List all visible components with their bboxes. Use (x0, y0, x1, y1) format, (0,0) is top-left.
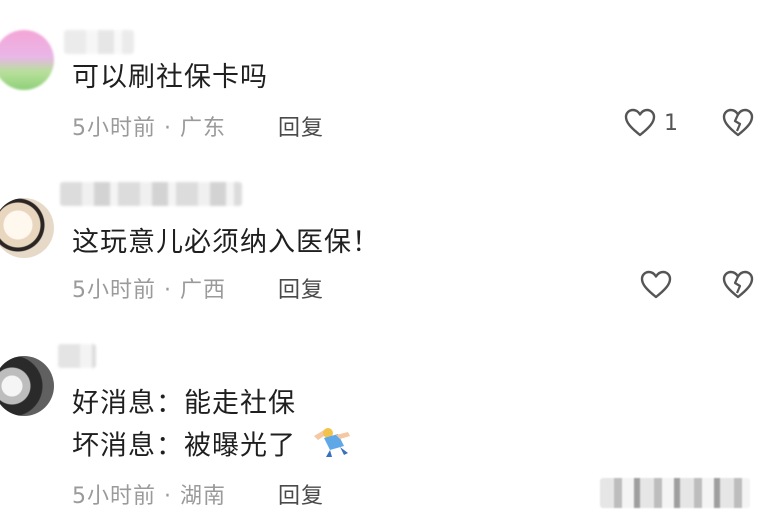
like-count: 1 (664, 110, 678, 136)
comment-text: 这玩意儿必须纳入医保！ (72, 227, 380, 258)
reply-button[interactable]: 回复 (278, 272, 324, 304)
avatar[interactable] (0, 198, 54, 258)
like-button[interactable] (640, 270, 680, 300)
dislike-button[interactable] (722, 270, 754, 300)
comment-meta: 5小时前 · 广东 (72, 116, 226, 141)
shrug-emoji-icon (310, 424, 352, 470)
comment-meta: 5小时前 · 广西 (72, 278, 226, 303)
broken-heart-icon (722, 270, 754, 300)
comment-text-line-2-text: 坏消息：被曝光了 (72, 430, 296, 462)
reply-button[interactable]: 回复 (278, 478, 324, 510)
dislike-button[interactable] (722, 108, 754, 138)
username-blurred (64, 30, 134, 54)
avatar[interactable] (0, 356, 54, 416)
comment-text-line-1: 好消息：能走社保 (72, 388, 296, 419)
comment-text: 可以刷社保卡吗 (72, 62, 268, 93)
username-blurred (58, 344, 96, 368)
heart-outline-icon (640, 270, 672, 300)
username-blurred (60, 182, 242, 206)
heart-outline-icon (624, 108, 656, 138)
like-button[interactable]: 1 (624, 108, 678, 138)
comment-text-line-2: 坏消息：被曝光了 (72, 424, 352, 470)
comment-meta: 5小时前 · 湖南 (72, 484, 226, 509)
reply-button[interactable]: 回复 (278, 110, 324, 142)
avatar[interactable] (0, 30, 54, 90)
watermark-mosaic (600, 478, 750, 508)
broken-heart-icon (722, 108, 754, 138)
